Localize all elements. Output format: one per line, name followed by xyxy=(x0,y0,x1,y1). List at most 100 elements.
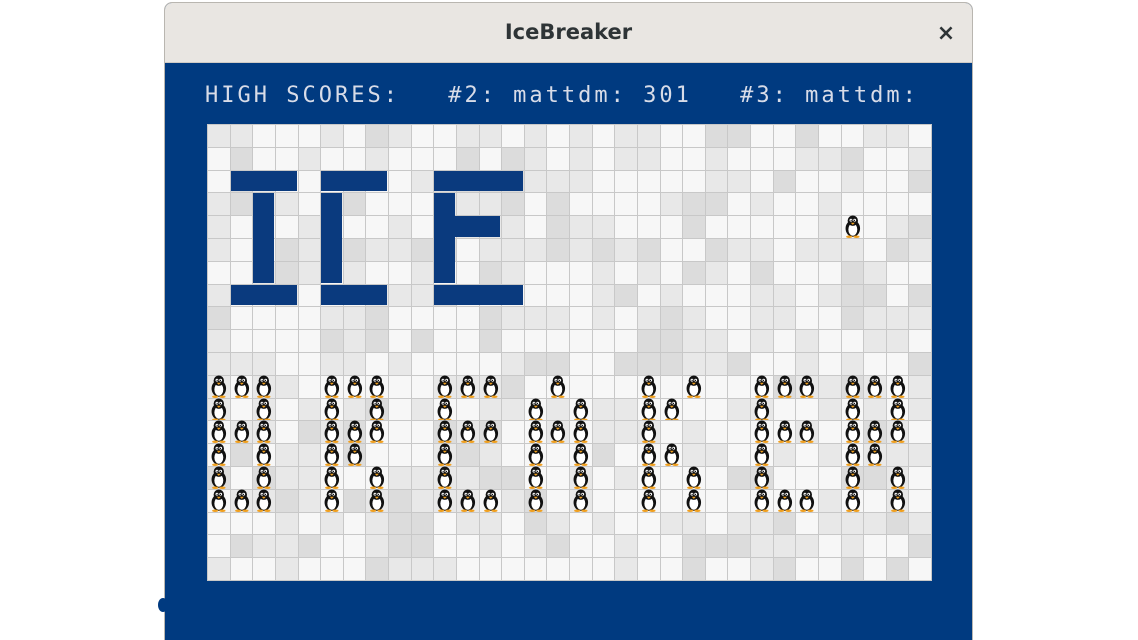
ice-cell[interactable] xyxy=(252,557,276,581)
ice-cell[interactable] xyxy=(727,169,751,194)
ice-cell[interactable] xyxy=(455,511,480,536)
ice-cell[interactable] xyxy=(229,124,254,148)
ice-cell[interactable] xyxy=(342,488,367,513)
ice-cell[interactable] xyxy=(320,511,344,536)
ice-cell[interactable] xyxy=(546,169,570,194)
ice-cell[interactable] xyxy=(885,215,910,239)
ice-cell[interactable] xyxy=(478,238,503,262)
ice-cell[interactable] xyxy=(297,192,322,217)
ice-cell[interactable] xyxy=(501,352,525,376)
ice-cell[interactable] xyxy=(478,124,503,148)
ice-cell[interactable] xyxy=(229,329,254,353)
penguin-icon[interactable] xyxy=(434,398,456,421)
ice-cell[interactable] xyxy=(863,192,887,217)
penguin-icon[interactable] xyxy=(344,375,366,398)
penguin-icon[interactable] xyxy=(231,489,253,512)
penguin-icon[interactable] xyxy=(434,375,456,398)
penguin-icon[interactable] xyxy=(208,443,230,466)
penguin-icon[interactable] xyxy=(434,489,456,512)
penguin-icon[interactable] xyxy=(366,420,388,444)
penguin-icon[interactable] xyxy=(661,398,683,421)
ice-cell[interactable] xyxy=(410,260,435,285)
ice-cell[interactable] xyxy=(410,329,435,353)
ice-cell[interactable] xyxy=(885,260,910,285)
ice-cell[interactable] xyxy=(207,511,231,536)
ice-cell[interactable] xyxy=(817,534,842,559)
ice-cell[interactable] xyxy=(817,557,842,581)
ice-cell[interactable] xyxy=(546,146,570,171)
ice-cell[interactable] xyxy=(297,329,322,353)
ice-cell[interactable] xyxy=(523,215,548,239)
ice-cell[interactable] xyxy=(704,534,729,559)
ice-cell[interactable] xyxy=(297,511,322,536)
ice-cell[interactable] xyxy=(636,124,661,148)
ice-cell[interactable] xyxy=(365,557,389,581)
ice-cell[interactable] xyxy=(523,306,548,331)
ice-cell[interactable] xyxy=(908,124,932,148)
ice-cell[interactable] xyxy=(207,352,231,376)
ice-cell[interactable] xyxy=(410,238,435,262)
ice-cell[interactable] xyxy=(297,397,322,422)
ice-cell[interactable] xyxy=(501,511,525,536)
penguin-icon[interactable] xyxy=(253,466,275,489)
ice-cell[interactable] xyxy=(523,534,548,559)
ice-cell[interactable] xyxy=(207,146,231,171)
ice-cell[interactable] xyxy=(614,420,638,445)
ice-cell[interactable] xyxy=(455,124,480,148)
ice-cell[interactable] xyxy=(682,238,706,262)
ice-cell[interactable] xyxy=(682,534,706,559)
penguin-icon[interactable] xyxy=(231,375,253,398)
penguin-icon[interactable] xyxy=(570,466,592,489)
ice-cell[interactable] xyxy=(229,146,254,171)
ice-cell[interactable] xyxy=(501,238,525,262)
ice-cell[interactable] xyxy=(795,306,819,331)
ice-cell[interactable] xyxy=(478,352,503,376)
ice-cell[interactable] xyxy=(840,557,865,581)
ice-cell[interactable] xyxy=(840,352,865,376)
ice-cell[interactable] xyxy=(455,192,480,217)
penguin-icon[interactable] xyxy=(570,420,592,444)
ice-cell[interactable] xyxy=(320,306,344,331)
ice-cell[interactable] xyxy=(297,146,322,171)
ice-cell[interactable] xyxy=(614,397,638,422)
ice-cell[interactable] xyxy=(772,534,797,559)
ice-cell[interactable] xyxy=(410,397,435,422)
ice-cell[interactable] xyxy=(320,534,344,559)
ice-cell[interactable] xyxy=(614,192,638,217)
ice-cell[interactable] xyxy=(320,352,344,376)
ice-cell[interactable] xyxy=(908,466,932,490)
ice-cell[interactable] xyxy=(229,466,254,490)
ice-cell[interactable] xyxy=(455,329,480,353)
ice-cell[interactable] xyxy=(523,192,548,217)
ice-cell[interactable] xyxy=(614,306,638,331)
ice-cell[interactable] xyxy=(772,169,797,194)
ice-cell[interactable] xyxy=(523,146,548,171)
ice-cell[interactable] xyxy=(817,397,842,422)
ice-cell[interactable] xyxy=(523,557,548,581)
ice-cell[interactable] xyxy=(274,557,299,581)
ice-cell[interactable] xyxy=(659,352,684,376)
ice-cell[interactable] xyxy=(365,192,389,217)
ice-cell[interactable] xyxy=(320,557,344,581)
ice-cell[interactable] xyxy=(863,488,887,513)
ice-cell[interactable] xyxy=(863,534,887,559)
ice-cell[interactable] xyxy=(727,124,751,148)
ice-cell[interactable] xyxy=(342,146,367,171)
penguin-icon[interactable] xyxy=(208,398,230,421)
ice-cell[interactable] xyxy=(207,283,231,308)
ice-cell[interactable] xyxy=(817,306,842,331)
ice-cell[interactable] xyxy=(704,397,729,422)
penguin-icon[interactable] xyxy=(683,466,705,489)
penguin-icon[interactable] xyxy=(321,466,343,489)
ice-cell[interactable] xyxy=(546,283,570,308)
ice-cell[interactable] xyxy=(636,215,661,239)
ice-cell[interactable] xyxy=(388,534,412,559)
penguin-icon[interactable] xyxy=(864,420,886,444)
ice-cell[interactable] xyxy=(908,534,932,559)
ice-cell[interactable] xyxy=(523,169,548,194)
ice-cell[interactable] xyxy=(727,283,751,308)
ice-cell[interactable] xyxy=(614,169,638,194)
ice-cell[interactable] xyxy=(388,238,412,262)
ice-cell[interactable] xyxy=(682,146,706,171)
penguin-icon[interactable] xyxy=(842,489,864,512)
